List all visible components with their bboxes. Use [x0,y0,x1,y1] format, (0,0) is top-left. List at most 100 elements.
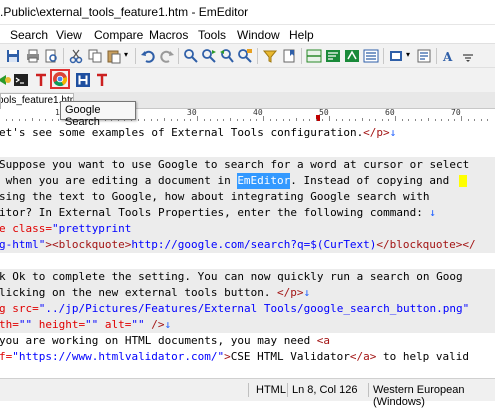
menu-view[interactable]: View [56,28,82,42]
wrap-by-window-icon[interactable] [363,48,379,64]
menu-window[interactable]: Window [237,28,280,42]
code-token: </a> [349,350,377,363]
editor-line: you are working on HTML documents, you m… [0,333,495,349]
status-mode[interactable]: HTML [256,384,286,396]
code-token: "https://www.htmlvalidator.com/" [12,350,225,363]
svg-text:A: A [442,50,453,64]
redo-icon[interactable] [159,48,175,64]
code-token: g src= [0,302,39,315]
ruler-number: 70 [451,108,461,117]
editor-line: sing the text to Google, how about integ… [0,189,495,205]
editor-line: Suppose you want to use Google to search… [0,157,495,173]
find-next-icon[interactable] [201,48,217,64]
toolbar-options-icon[interactable] [460,48,476,64]
text-editor[interactable]: et's see some examples of External Tools… [0,121,495,378]
bookmark-icon[interactable] [281,48,297,64]
code-token: "" [85,318,99,331]
code-token: "" [18,318,33,331]
print-icon[interactable] [25,48,41,64]
google-search-button[interactable] [50,69,70,89]
external-tool-t-icon[interactable] [33,72,49,88]
find-icon[interactable] [183,48,199,64]
code-token: "../jp/Pictures/Features/External Tools/… [38,302,470,315]
menu-macros[interactable]: Macros [149,28,188,42]
editor-line: g-html" ><blockquote> http://google.com/se… [0,237,495,253]
toolbar-separator [135,48,136,64]
code-token: sing the text to Google, how about integ… [0,190,430,203]
paste-icon[interactable] [106,48,122,64]
properties-icon[interactable] [416,48,432,64]
code-token: </p> [277,286,304,299]
menu-help[interactable]: Help [289,28,314,42]
save-icon[interactable] [5,48,21,64]
replace-icon[interactable] [237,48,253,64]
undo-icon[interactable] [140,48,156,64]
status-encoding[interactable]: Western European (Windows) [373,384,495,408]
highlight-marker [458,175,467,187]
code-token: "prettyprint [51,222,132,235]
toolbar-separator [301,48,302,64]
command-prompt-icon[interactable] [13,72,29,88]
code-token: g-html" [0,238,46,251]
ruler-number: 60 [385,108,395,117]
word-wrap-icon[interactable] [325,48,341,64]
editor-line: licking on the new external tools button… [0,285,495,301]
code-token: . Instead of copying and [290,174,456,187]
font-icon[interactable]: A [441,48,457,64]
window-title: .Public\external_tools_feature1.htm - Em… [0,5,249,19]
code-token: e class= [0,222,52,235]
toolbar-separator [63,48,64,64]
menu-compare[interactable]: Compare [94,28,143,42]
toolbar-separator [383,48,384,64]
print-preview-icon[interactable] [43,48,59,64]
split-horizontal-icon[interactable] [306,48,322,64]
toolbar-separator [257,48,258,64]
google-search-tooltip: Google Search [60,101,136,128]
code-token: licking on the new external tools button… [0,286,278,299]
code-token: th= [0,318,19,331]
code-token: <a [316,334,330,347]
selected-text: EmEditor [237,173,291,189]
editor-line: when you are editing a document in EmEdi… [0,173,495,189]
status-bar: HTML Ln 8, Col 126 Western European (Win… [0,378,495,408]
configuration-icon[interactable] [388,48,404,64]
ruler-number: 30 [187,108,197,117]
ruler-number: 50 [319,108,329,117]
code-token: ↓ [389,126,397,139]
code-token: itor? In External Tools Properties, ente… [0,206,430,219]
external-tool-red-t-icon[interactable] [94,72,110,88]
cut-icon[interactable] [68,48,84,64]
code-token: ↓ [429,206,436,219]
editor-line: f= "https://www.htmlvalidator.com/" > CSE H… [0,349,495,365]
menu-tools[interactable]: Tools [198,28,226,42]
configuration-dropdown-icon[interactable]: ▾ [406,50,410,59]
run-tool-icon[interactable] [0,72,12,88]
highlight-icon[interactable] [344,48,360,64]
html-validator-icon[interactable] [75,72,91,88]
status-separator [248,383,249,397]
code-token: k Ok to complete the setting. You can no… [0,270,463,283]
status-separator [368,383,369,397]
tools-toolbar [0,67,495,93]
paste-dropdown-icon[interactable]: ▾ [124,50,128,59]
code-token: height= [32,318,86,331]
find-previous-icon[interactable] [219,48,235,64]
menu-search[interactable]: Search [10,28,48,42]
code-token: when you are editing a document in [0,174,238,187]
code-token: http://google.com/search?q=$(CurText) [131,238,377,251]
filter-icon[interactable] [262,48,278,64]
standard-toolbar: ▾ ▾ A [0,43,495,68]
google-chrome-icon [53,72,68,87]
title-bar: .Public\external_tools_feature1.htm - Em… [0,0,495,25]
code-token: ><blockquote> [45,238,132,251]
copy-icon[interactable] [87,48,103,64]
toolbar-separator [178,48,179,64]
code-token: </blockquote></ [376,238,476,251]
code-token: ↓ [303,286,311,299]
editor-line: itor? In External Tools Properties, ente… [0,205,495,221]
editor-line: e class= "prettyprint [0,221,495,237]
code-token: ↓ [164,318,172,331]
status-position[interactable]: Ln 8, Col 126 [292,384,357,396]
